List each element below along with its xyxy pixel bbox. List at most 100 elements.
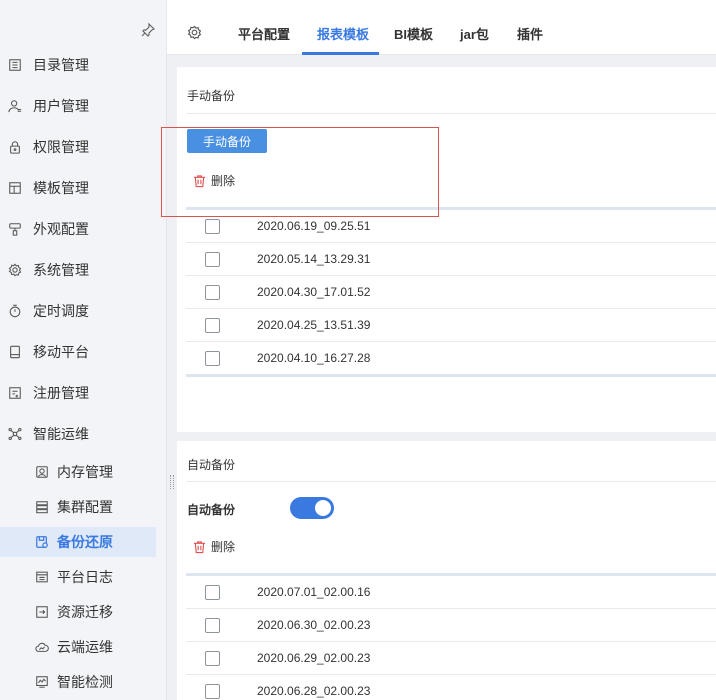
backup-name: 2020.05.14_13.29.31 [257, 252, 371, 266]
row-checkbox[interactable] [205, 218, 220, 234]
table-row: 2020.04.10_16.27.28 [186, 342, 716, 375]
table-row: 2020.07.01_02.00.16 [186, 576, 716, 609]
active-tab-indicator [302, 52, 379, 55]
sidebar-subitem-backup[interactable]: 备份还原 [0, 527, 156, 557]
manual-backup-button[interactable]: 手动备份 [187, 129, 267, 153]
delete-auto-button[interactable]: 删除 [193, 538, 235, 555]
sidebar-subitem-cluster[interactable]: 集群配置 [0, 492, 156, 522]
auto-backup-header: 自动备份 [187, 458, 236, 472]
tab-platform-config[interactable]: 平台配置 [238, 24, 290, 43]
row-checkbox[interactable] [205, 317, 220, 333]
row-checkbox[interactable] [205, 683, 220, 699]
sidebar-item-templates[interactable]: 模板管理 [0, 167, 167, 208]
delete-manual-button[interactable]: 删除 [193, 172, 235, 189]
auto-backup-toggle-label: 自动备份 [187, 503, 236, 517]
register-icon [7, 385, 23, 401]
tab-jar[interactable]: jar包 [460, 24, 489, 43]
table-footer-bar [186, 374, 716, 377]
sidebar-item-schedule[interactable]: 定时调度 [0, 290, 167, 331]
sidebar-subitem-label: 智能检测 [57, 674, 113, 690]
sidebar-subitem-label: 备份还原 [57, 534, 113, 550]
detect-icon [34, 675, 49, 690]
sidebar-item-system[interactable]: 系统管理 [0, 249, 167, 290]
sidebar-item-label: 用户管理 [33, 97, 89, 114]
toggle-knob [315, 500, 331, 516]
resize-handle[interactable] [170, 475, 174, 489]
backup-name: 2020.04.25_13.51.39 [257, 318, 371, 332]
manual-backup-header: 手动备份 [187, 89, 236, 103]
table-row: 2020.06.19_09.25.51 [186, 210, 716, 243]
memory-icon [34, 465, 49, 480]
sidebar-item-label: 模板管理 [33, 179, 89, 196]
sidebar-item-appearance[interactable]: 外观配置 [0, 208, 167, 249]
template-icon [7, 180, 23, 196]
sidebar-item-label: 外观配置 [33, 220, 89, 237]
row-checkbox[interactable] [205, 617, 220, 633]
backup-name: 2020.06.30_02.00.23 [257, 618, 371, 632]
table-row: 2020.05.14_13.29.31 [186, 243, 716, 276]
brush-icon [7, 221, 23, 237]
sidebar-subitem-label: 资源迁移 [57, 604, 113, 620]
backup-name: 2020.04.30_17.01.52 [257, 285, 371, 299]
sidebar-item-label: 定时调度 [33, 302, 89, 319]
delete-label: 删除 [211, 540, 236, 554]
sidebar-subitem-label: 云端运维 [57, 639, 113, 655]
sidebar-subitem-memory[interactable]: 内存管理 [0, 457, 156, 487]
pin-icon[interactable] [140, 22, 156, 38]
sidebar-item-permissions[interactable]: 权限管理 [0, 126, 167, 167]
auto-backup-toggle[interactable] [290, 497, 334, 519]
cluster-icon [34, 500, 49, 515]
sidebar-item-catalog[interactable]: 目录管理 [0, 44, 167, 85]
backup-name: 2020.07.01_02.00.16 [257, 585, 371, 599]
migrate-icon [34, 605, 49, 620]
gear-icon [7, 262, 23, 278]
timer-icon [7, 303, 23, 319]
tab-bar: 平台配置 报表模板 BI模板 jar包 插件 [167, 0, 716, 55]
divider [187, 113, 716, 114]
table-row: 2020.06.30_02.00.23 [186, 609, 716, 642]
network-icon [7, 426, 23, 442]
user-icon [7, 98, 23, 114]
sidebar-subitem-label: 内存管理 [57, 464, 113, 480]
sidebar-item-label: 注册管理 [33, 384, 89, 401]
row-checkbox[interactable] [205, 650, 220, 666]
settings-icon[interactable] [187, 25, 203, 41]
table-row: 2020.04.30_17.01.52 [186, 276, 716, 309]
row-checkbox[interactable] [205, 584, 220, 600]
sidebar-item-mobile[interactable]: 移动平台 [0, 331, 167, 372]
sidebar-subitem-detect[interactable]: 智能检测 [0, 667, 156, 697]
lock-icon [7, 139, 23, 155]
row-checkbox[interactable] [205, 251, 220, 267]
tab-plugins[interactable]: 插件 [517, 24, 543, 43]
backup-name: 2020.06.28_02.00.23 [257, 684, 371, 698]
sidebar-item-label: 权限管理 [33, 138, 89, 155]
catalog-icon [7, 57, 23, 73]
backup-name: 2020.06.29_02.00.23 [257, 651, 371, 665]
backup-icon [34, 535, 49, 550]
table-row: 2020.06.29_02.00.23 [186, 642, 716, 675]
sidebar-subitem-logs[interactable]: 平台日志 [0, 562, 156, 592]
log-icon [34, 570, 49, 585]
table-row: 2020.06.28_02.00.23 [186, 675, 716, 700]
sidebar-subitem-migrate[interactable]: 资源迁移 [0, 597, 156, 627]
backup-name: 2020.04.10_16.27.28 [257, 351, 371, 365]
tab-bi-template[interactable]: BI模板 [394, 24, 433, 43]
sidebar-subitem-label: 集群配置 [57, 499, 113, 515]
cloud-icon [34, 640, 49, 655]
sidebar-item-users[interactable]: 用户管理 [0, 85, 167, 126]
sidebar-item-ops[interactable]: 智能运维 [0, 413, 167, 454]
sidebar-item-label: 目录管理 [33, 56, 89, 73]
sidebar-item-label: 移动平台 [33, 343, 89, 360]
divider [187, 481, 716, 482]
sidebar-subitem-cloud[interactable]: 云端运维 [0, 632, 156, 662]
table-row: 2020.04.25_13.51.39 [186, 309, 716, 342]
backup-name: 2020.06.19_09.25.51 [257, 219, 371, 233]
sidebar-item-label: 智能运维 [33, 425, 89, 442]
delete-label: 删除 [211, 174, 236, 188]
sidebar-item-label: 系统管理 [33, 261, 89, 278]
row-checkbox[interactable] [205, 350, 220, 366]
mobile-icon [7, 344, 23, 360]
sidebar-item-register[interactable]: 注册管理 [0, 372, 167, 413]
row-checkbox[interactable] [205, 284, 220, 300]
tab-report-template[interactable]: 报表模板 [317, 24, 369, 43]
